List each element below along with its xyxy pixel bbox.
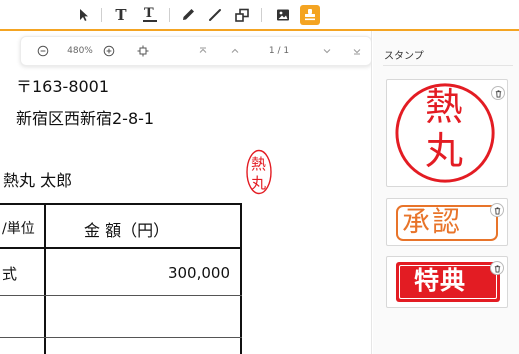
placed-stamp-char-1: 熱 xyxy=(251,155,267,173)
line-icon xyxy=(209,9,221,21)
table-row-rule xyxy=(0,295,242,296)
toolbar-separator xyxy=(261,8,262,22)
chevron-down-icon xyxy=(323,49,331,54)
next-page-button[interactable] xyxy=(319,37,335,65)
table-row-rule xyxy=(0,337,242,338)
trash-icon xyxy=(495,89,501,98)
table-header-unit: /単位 xyxy=(2,221,35,237)
trash-icon xyxy=(494,206,500,215)
last-page-button[interactable] xyxy=(349,37,365,65)
address: 新宿区西新宿2-8-1 xyxy=(16,109,155,128)
top-toolbar: T T xyxy=(0,0,519,30)
text-icon: T xyxy=(115,6,127,24)
table-divider xyxy=(44,205,46,354)
toolbar-separator xyxy=(101,8,102,22)
placed-name-stamp[interactable]: 熱 丸 xyxy=(246,149,272,195)
stamp-card-round-name[interactable]: 熱 丸 xyxy=(386,79,508,187)
text-edit-icon: T xyxy=(142,6,158,23)
pen-tool-button[interactable] xyxy=(178,5,198,25)
zoom-out-icon xyxy=(37,45,49,57)
first-page-button[interactable] xyxy=(195,37,211,65)
zoom-out-button[interactable] xyxy=(35,37,51,65)
tokuten-stamp-text: 特典 xyxy=(414,266,467,295)
amount-table: /単位 金 額（円） 式 300,000 xyxy=(0,203,242,354)
table-header-amount: 金 額（円） xyxy=(84,221,170,240)
stamp-icon xyxy=(305,9,315,21)
postal-code: 〒163-8001 xyxy=(16,77,110,96)
table-cell-amount: 300,000 xyxy=(167,264,230,282)
image-icon xyxy=(277,9,289,21)
stamp-card-tokuten[interactable]: 特典 xyxy=(386,256,508,308)
document-viewer[interactable]: 〒163-8001 新宿区西新宿2-8-1 熱丸 太郎 熱 丸 /単位 金 額（… xyxy=(0,31,372,354)
toolbar-separator xyxy=(169,8,170,22)
image-tool-button[interactable] xyxy=(273,5,293,25)
shapes-icon xyxy=(235,8,249,22)
trash-icon xyxy=(494,264,500,273)
round-stamp-char-2: 丸 xyxy=(425,129,464,173)
delete-stamp-button[interactable] xyxy=(491,86,505,100)
page-indicator: 1 / 1 xyxy=(268,46,290,56)
table-header-rule xyxy=(0,247,242,249)
zoom-in-icon xyxy=(103,45,115,57)
stamp-tool-button[interactable] xyxy=(300,5,320,25)
chevron-up-icon xyxy=(231,48,239,53)
fit-page-icon xyxy=(137,45,149,57)
line-tool-button[interactable] xyxy=(205,5,225,25)
placed-stamp-char-2: 丸 xyxy=(251,174,267,192)
delete-stamp-button[interactable] xyxy=(490,203,504,217)
text-edit-tool-button[interactable]: T xyxy=(140,5,160,25)
select-pointer-icon xyxy=(80,9,88,21)
fit-page-button[interactable] xyxy=(135,37,151,65)
panel-divider xyxy=(383,65,513,66)
panel-title: スタンプ xyxy=(384,51,424,62)
shapes-tool-button[interactable] xyxy=(232,5,252,25)
prev-page-button[interactable] xyxy=(227,37,243,65)
round-stamp-char-1: 熱 xyxy=(425,85,464,129)
first-page-icon xyxy=(199,47,207,53)
text-tool-button[interactable]: T xyxy=(111,5,131,25)
stamp-panel: スタンプ 熱 丸 承認 特典 xyxy=(373,31,519,354)
recipient-name: 熱丸 太郎 xyxy=(3,171,73,190)
approval-stamp-text: 承認 xyxy=(402,205,463,238)
pen-icon xyxy=(183,9,194,20)
last-page-icon xyxy=(353,49,361,55)
zoom-level: 480% xyxy=(67,46,93,56)
page-controls-bar: 480% 1 / 1 xyxy=(20,36,371,66)
zoom-in-button[interactable] xyxy=(101,37,117,65)
select-pointer-button[interactable] xyxy=(73,5,93,25)
stamp-card-approval[interactable]: 承認 xyxy=(386,198,508,246)
delete-stamp-button[interactable] xyxy=(490,261,504,275)
table-cell-unit: 式 xyxy=(2,265,18,283)
